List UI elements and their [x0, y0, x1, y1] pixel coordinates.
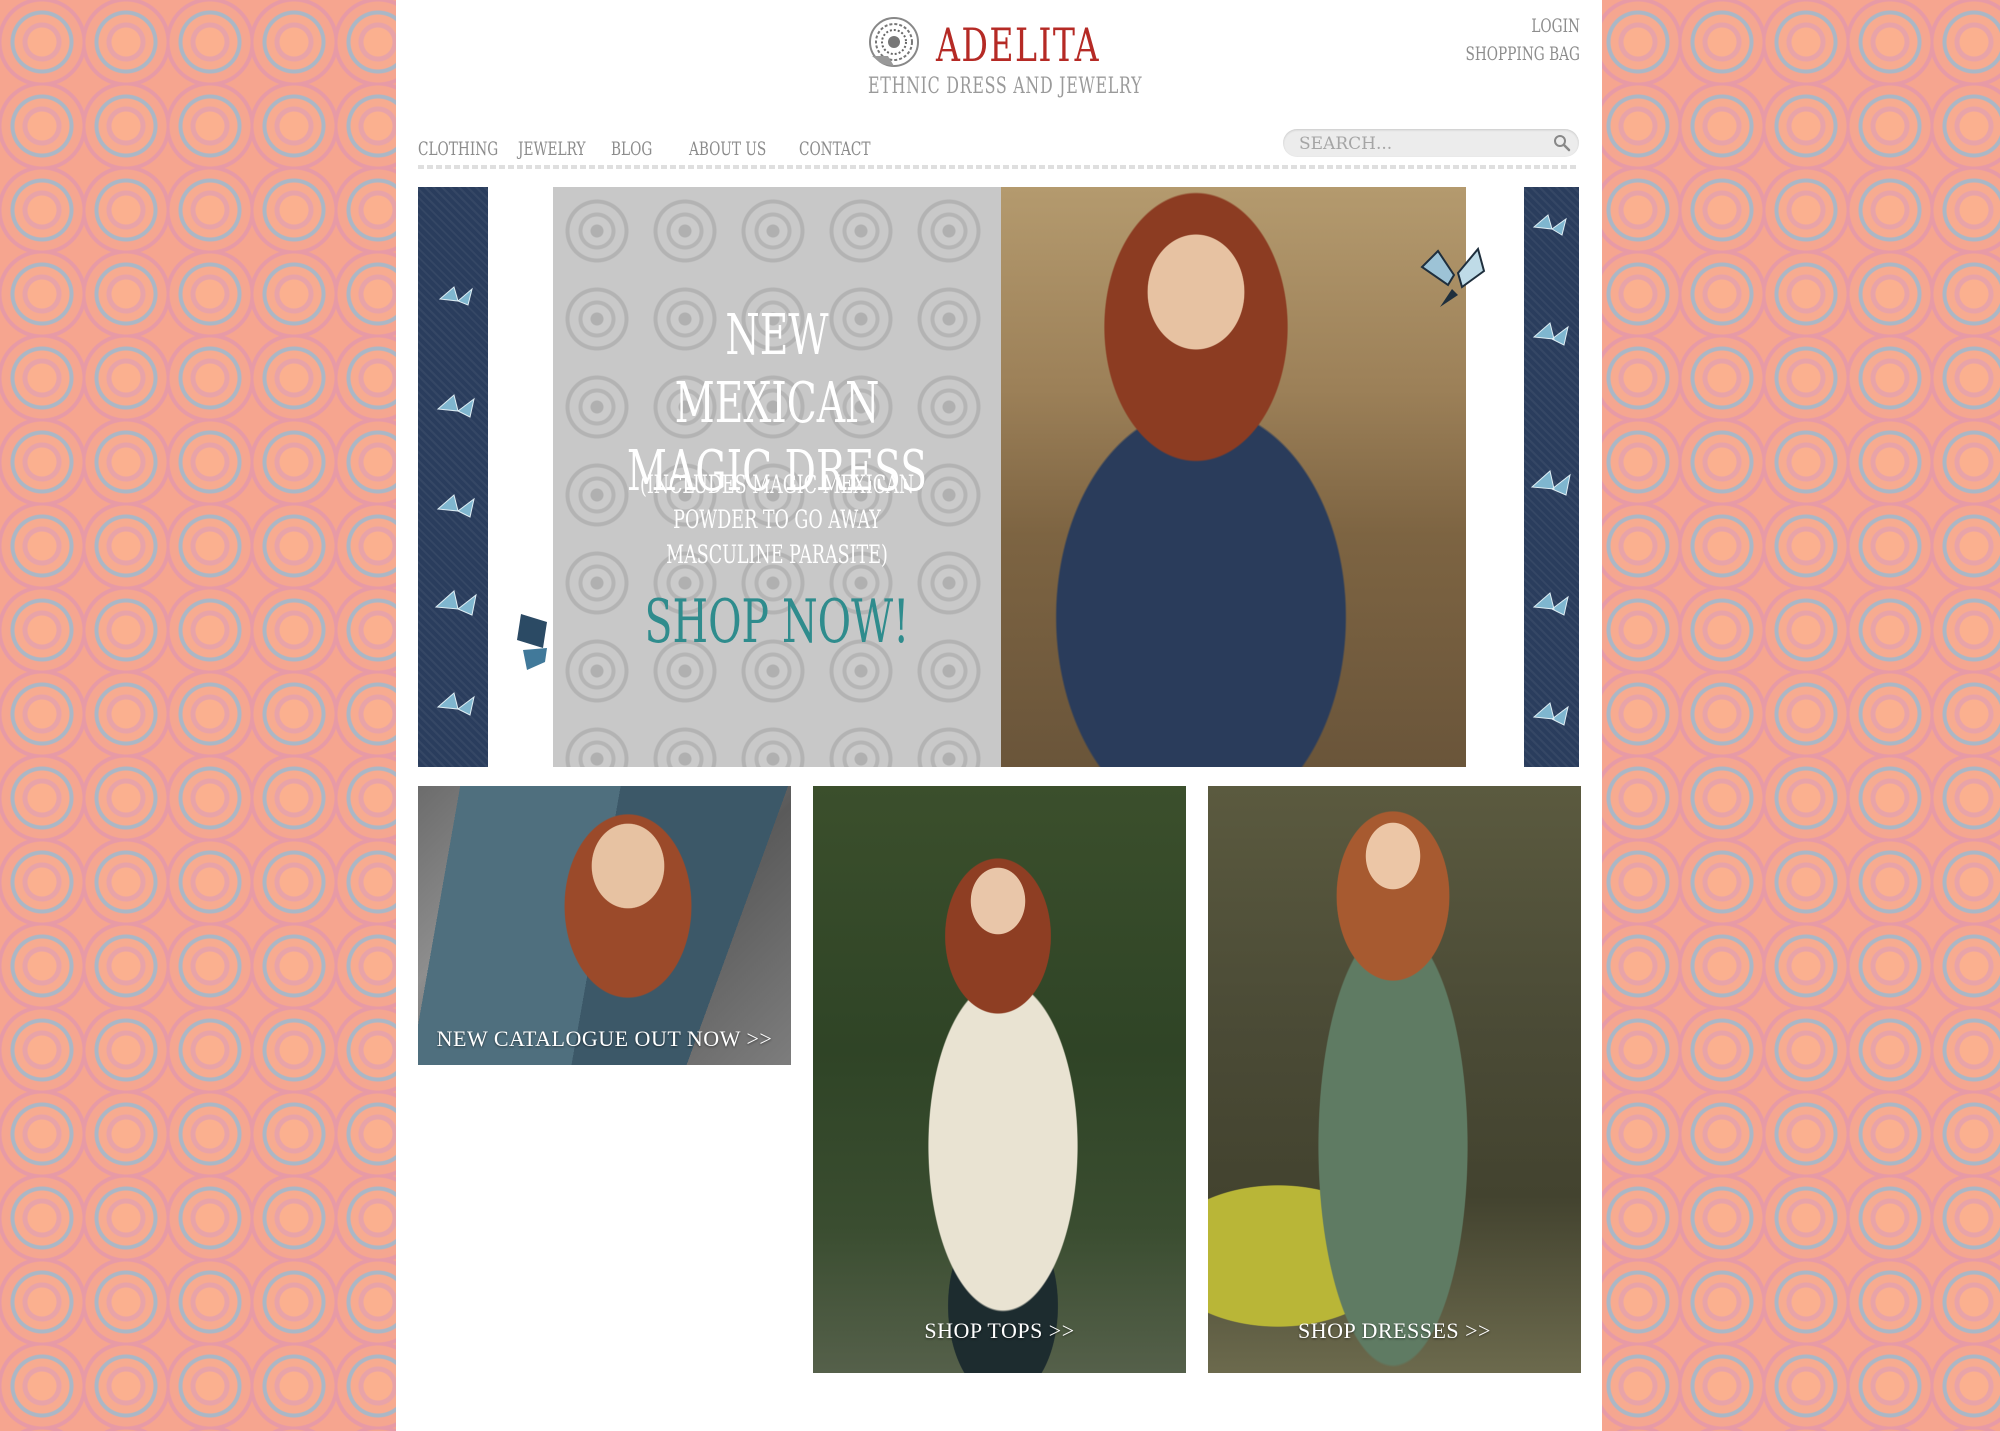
login-link[interactable]: LOGIN [1466, 12, 1580, 40]
shopping-bag-link[interactable]: SHOPPING BAG [1466, 40, 1580, 68]
site-logo[interactable]: ADELITA ETHNIC DRESS AND JEWELRY [868, 14, 1142, 104]
nav-item-jewelry[interactable]: JEWELRY [518, 138, 586, 160]
hero-model-photo [1001, 187, 1466, 767]
hero-title-line-1: NEW MEXICAN [674, 303, 880, 436]
hero-subtitle: (INCLUDES MAGIC MEXICAN POWDER TO GO AWA… [639, 470, 915, 569]
shop-now-button[interactable]: SHOP NOW! [625, 587, 930, 657]
page-container: ADELITA ETHNIC DRESS AND JEWELRY LOGIN S… [396, 0, 1602, 1431]
hero-right-butterfly-strip [1524, 187, 1579, 767]
hero-left-butterfly-strip [418, 187, 488, 767]
nav-item-blog[interactable]: BLOG [611, 138, 652, 160]
nav-item-contact[interactable]: CONTACT [799, 138, 871, 160]
shop-dresses-link[interactable]: SHOP DRESSES >> [1208, 1318, 1581, 1344]
brand-tagline: ETHNIC DRESS AND JEWELRY [868, 74, 1143, 99]
header-divider [418, 165, 1579, 169]
search-input[interactable] [1297, 132, 1541, 156]
nav-item-about-us[interactable]: ABOUT US [689, 138, 766, 160]
nav-item-clothing[interactable]: CLOTHING [418, 138, 498, 160]
shop-dresses-tile[interactable]: SHOP DRESSES >> [1208, 786, 1581, 1373]
shop-tops-link[interactable]: SHOP TOPS >> [813, 1318, 1186, 1344]
catalogue-promo-tile[interactable]: NEW CATALOGUE OUT NOW >> [418, 786, 791, 1065]
brand-name: ADELITA [936, 18, 1101, 72]
butterfly-decor-icon [517, 614, 547, 670]
catalogue-link[interactable]: NEW CATALOGUE OUT NOW >> [418, 1026, 791, 1052]
butterfly-icon [1530, 214, 1571, 726]
account-links: LOGIN SHOPPING BAG [1421, 12, 1580, 68]
butterfly-icon [434, 286, 477, 716]
search-box [1283, 129, 1579, 157]
shop-tops-tile[interactable]: SHOP TOPS >> [813, 786, 1186, 1373]
hero-text-panel: NEW MEXICAN MAGIC DRESS (INCLUDES MAGIC … [553, 187, 1001, 767]
search-icon[interactable] [1553, 134, 1571, 152]
shell-logo-icon [869, 17, 919, 67]
butterfly-decor-icon [1420, 246, 1486, 307]
hero-banner[interactable]: NEW MEXICAN MAGIC DRESS (INCLUDES MAGIC … [418, 187, 1579, 767]
